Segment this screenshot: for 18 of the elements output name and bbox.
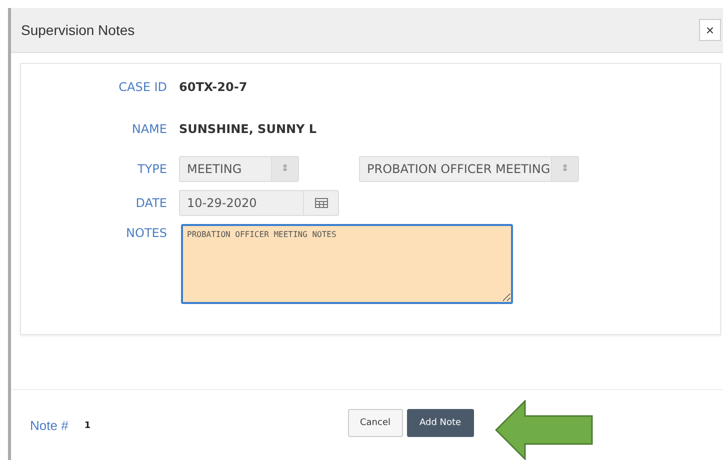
field-label: NOTES	[125, 225, 168, 240]
date-field[interactable]: 10-29-2020	[179, 190, 339, 216]
dialog-title: Supervision Notes	[21, 22, 135, 38]
field-label: DATE	[134, 196, 168, 210]
select-field[interactable]: PROBATION OFFICER MEETING ⇕	[359, 156, 579, 182]
case-id-value: 60TX-20-7	[179, 80, 248, 94]
notes-field[interactable]: PROBATION OFFICER MEETING NOTES	[181, 224, 513, 304]
select-field[interactable]: MEETING ⇕	[179, 156, 299, 182]
field-label: CASE ID	[118, 80, 168, 94]
field-label: NAME	[130, 122, 168, 136]
field-label: TYPE	[136, 162, 168, 176]
calendar-icon[interactable]	[314, 198, 328, 208]
note-number-label: Note #	[30, 418, 68, 433]
close-button[interactable]: ×	[699, 19, 721, 41]
cancel-button[interactable]: Cancel	[348, 409, 402, 437]
note-number-value: 1	[84, 420, 91, 430]
add-note-button[interactable]: Add Note	[406, 409, 474, 437]
name-value: SUNSHINE, SUNNY L	[179, 122, 317, 136]
